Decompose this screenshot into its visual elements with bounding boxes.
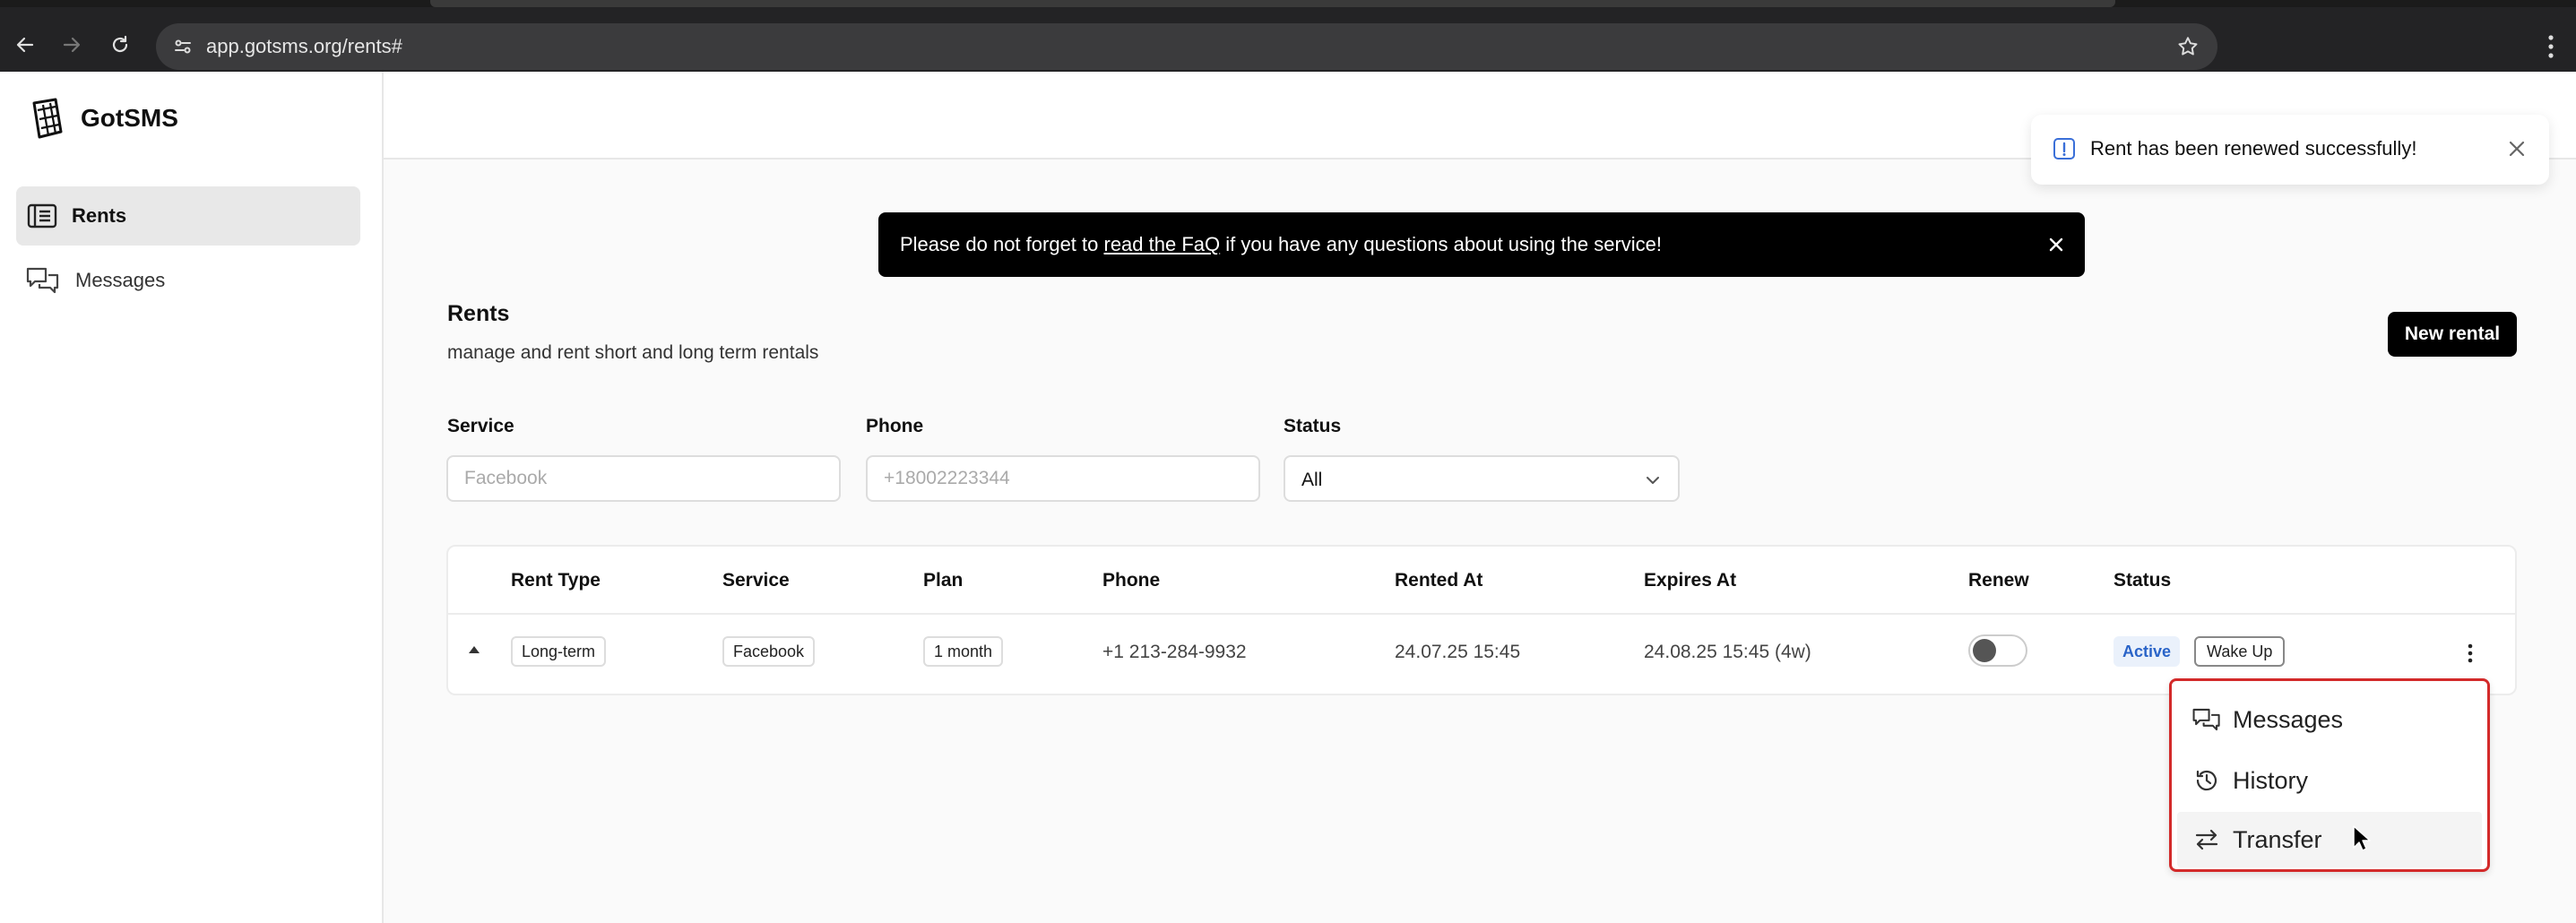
browser-tab-strip <box>0 0 2576 7</box>
rent-type-badge: Long-term <box>511 636 607 667</box>
column-header: Status <box>2114 570 2172 591</box>
status-filter-label: Status <box>1284 416 1342 436</box>
page-subtitle: manage and rent short and long term rent… <box>447 342 819 363</box>
sidebar: GotSMS Rents Messages <box>0 72 384 923</box>
brand-name: GotSMS <box>81 104 178 132</box>
column-header: Renew <box>1968 570 2029 591</box>
service-badge: Facebook <box>722 636 816 667</box>
menu-item-label: Transfer <box>2233 825 2322 853</box>
renew-toggle[interactable] <box>1968 634 2027 667</box>
column-header: Rent Type <box>511 570 601 591</box>
page-title: Rents <box>447 301 510 326</box>
browser-tab[interactable] <box>430 0 2115 7</box>
status-filter-value: All <box>1301 470 1323 490</box>
sidebar-item-label: Messages <box>75 269 166 291</box>
gotsms-logo-icon <box>32 98 63 139</box>
faq-link[interactable]: read the FaQ <box>1104 233 1221 255</box>
banner-text-after: if you have any questions about using th… <box>1220 233 1663 255</box>
close-icon[interactable] <box>2044 232 2069 257</box>
menu-item-label: History <box>2233 766 2309 794</box>
transfer-icon <box>2191 824 2222 855</box>
forward-icon[interactable] <box>56 29 88 61</box>
phone-filter-input[interactable] <box>866 455 1260 502</box>
chevron-down-icon <box>1647 477 1659 484</box>
rented-at-cell: 24.07.25 15:45 <box>1395 642 1521 662</box>
status-badge: Active <box>2114 636 2181 667</box>
status-filter-select[interactable]: All <box>1284 455 1680 502</box>
service-filter-label: Service <box>447 416 514 436</box>
success-toast: Rent has been renewed successfully! <box>2031 115 2549 185</box>
sidebar-item-rents[interactable]: Rents <box>16 186 360 246</box>
plan-badge: 1 month <box>923 636 1004 667</box>
menu-item-transfer[interactable]: Transfer <box>2177 812 2482 867</box>
service-filter-input[interactable] <box>446 455 841 502</box>
browser-menu-icon[interactable] <box>2542 29 2560 65</box>
toggle-knob <box>1973 639 1996 662</box>
header-divider <box>448 613 2515 615</box>
sidebar-item-messages[interactable]: Messages <box>16 251 360 310</box>
new-rental-button[interactable]: New rental <box>2388 312 2517 357</box>
messages-icon <box>2191 704 2222 735</box>
expires-at-cell: 24.08.25 15:45 (4w) <box>1644 642 1811 662</box>
collapse-row-icon[interactable] <box>466 643 482 656</box>
toast-message: Rent has been renewed successfully! <box>2090 137 2417 160</box>
close-icon[interactable] <box>2504 136 2529 161</box>
menu-item-label: Messages <box>2233 705 2344 733</box>
column-header: Expires At <box>1644 570 1737 591</box>
history-icon <box>2191 765 2222 796</box>
banner-text: Please do not forget to read the FaQ if … <box>900 232 1662 257</box>
faq-banner: Please do not forget to read the FaQ if … <box>878 212 2085 277</box>
bookmark-star-icon[interactable] <box>2176 35 2200 58</box>
column-header: Plan <box>923 570 964 591</box>
row-actions-menu: Messages History Transfer <box>2169 678 2490 872</box>
info-icon <box>2053 138 2075 160</box>
menu-item-history[interactable]: History <box>2177 753 2482 808</box>
more-actions-icon[interactable] <box>2465 642 2476 665</box>
brand[interactable]: GotSMS <box>29 93 178 143</box>
back-icon[interactable] <box>9 29 41 61</box>
phone-filter-label: Phone <box>866 416 924 436</box>
mouse-cursor-icon <box>2353 825 2371 851</box>
address-bar[interactable]: app.gotsms.org/rents# <box>156 23 2217 70</box>
column-header: Service <box>722 570 790 591</box>
phone-cell: +1 213-284-9932 <box>1102 642 1247 662</box>
rents-table: Rent Type Service Plan Phone Rented At E… <box>446 545 2517 695</box>
rents-icon <box>27 203 57 229</box>
column-header: Rented At <box>1395 570 1483 591</box>
url-text[interactable]: app.gotsms.org/rents# <box>206 34 402 59</box>
sidebar-item-label: Rents <box>72 204 127 227</box>
messages-icon <box>26 267 59 294</box>
banner-text-before: Please do not forget to <box>900 233 1104 255</box>
column-header: Phone <box>1102 570 1161 591</box>
site-settings-icon[interactable] <box>172 36 194 57</box>
menu-item-messages[interactable]: Messages <box>2177 692 2482 747</box>
wake-up-button[interactable]: Wake Up <box>2194 636 2286 667</box>
browser-toolbar: app.gotsms.org/rents# <box>0 7 2576 72</box>
reload-icon[interactable] <box>104 29 136 61</box>
